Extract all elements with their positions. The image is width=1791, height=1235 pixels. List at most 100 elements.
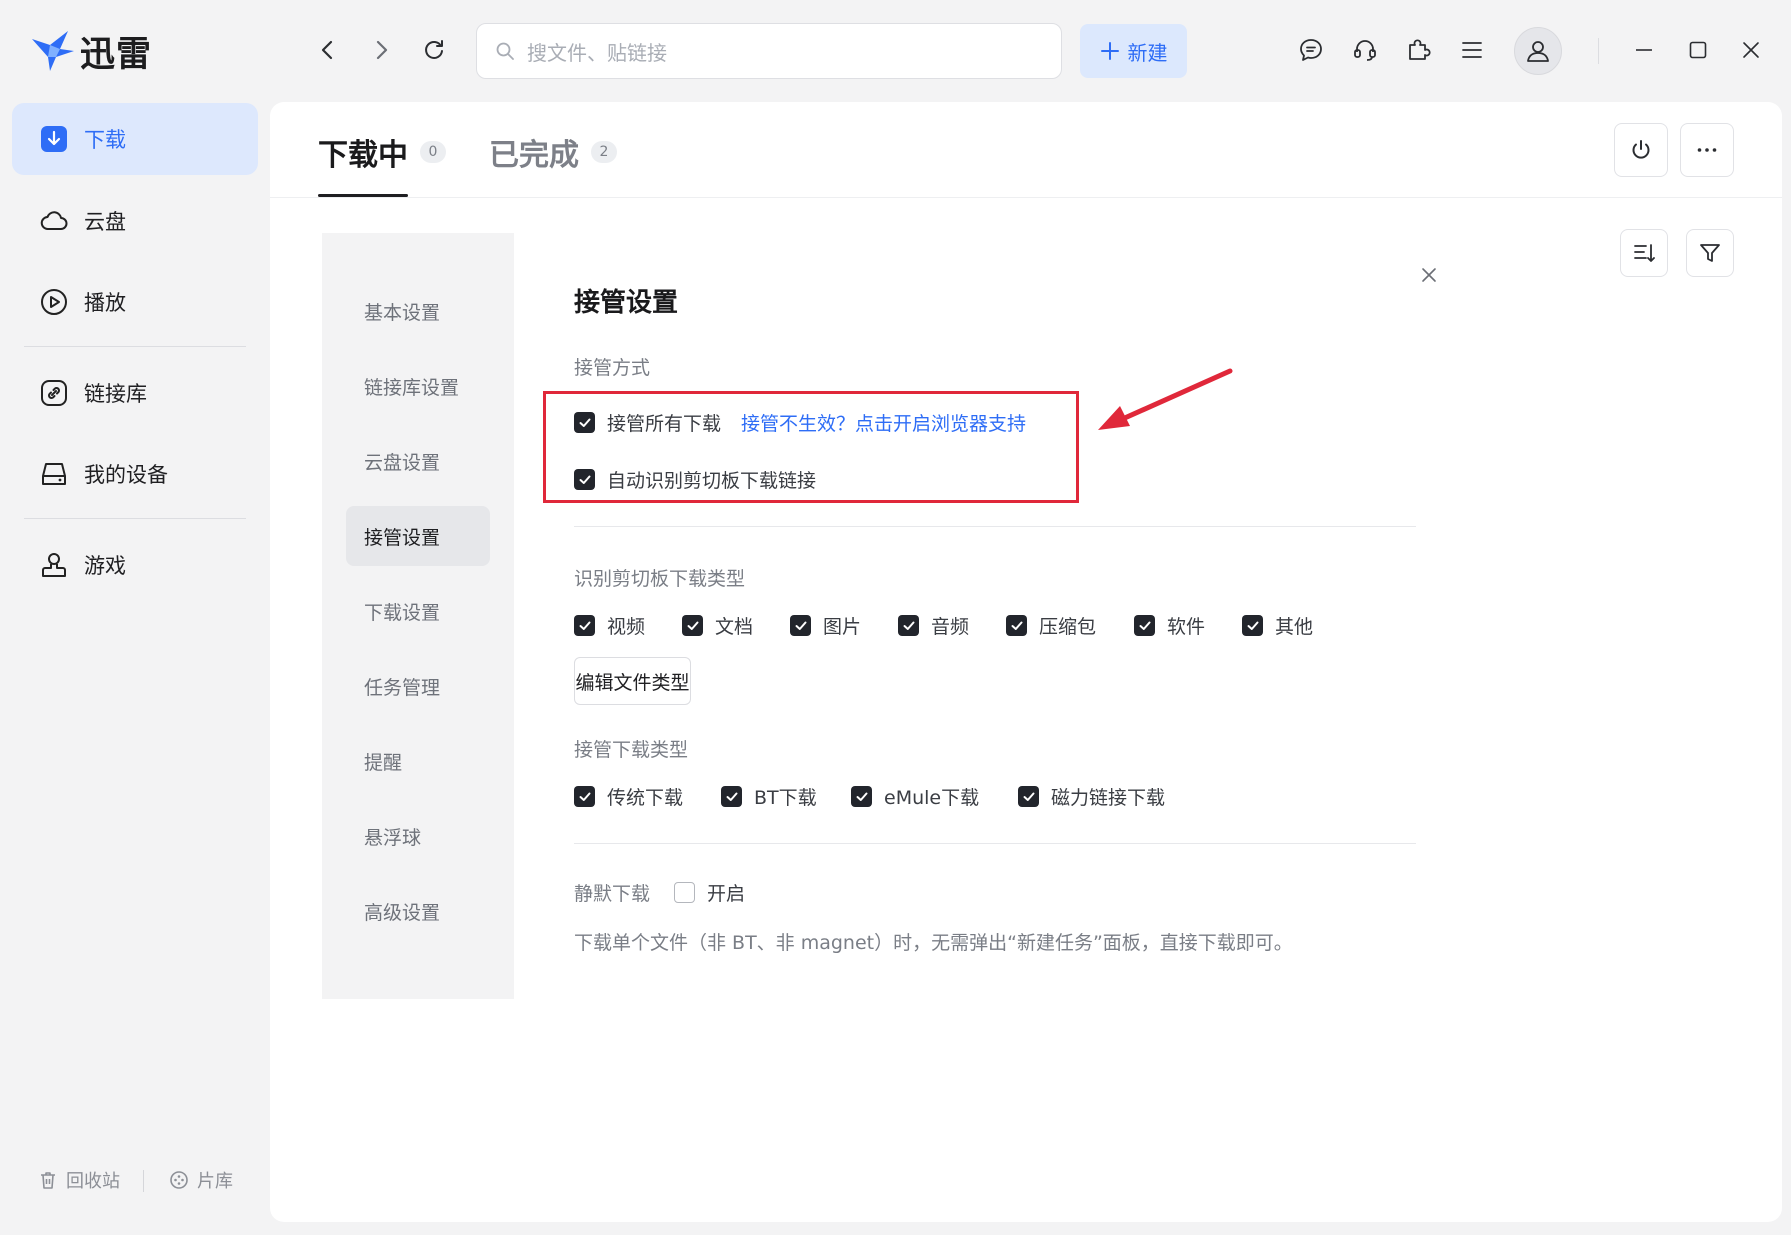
settings-nav-basic[interactable]: 基本设置	[346, 281, 490, 341]
type-software-checkbox[interactable]: 软件	[1134, 612, 1205, 639]
sort-button[interactable]	[1620, 229, 1668, 277]
checkbox-checked[interactable]	[790, 615, 811, 636]
sidebar-item-label: 下载	[84, 128, 126, 152]
close-window-button[interactable]	[1731, 30, 1771, 70]
checkbox-checked[interactable]	[682, 615, 703, 636]
checkbox-label: 压缩包	[1039, 616, 1097, 638]
checkbox-checked[interactable]	[851, 786, 872, 807]
settings-nav-advanced[interactable]: 高级设置	[346, 881, 490, 941]
sidebar-item-download[interactable]: 下载	[12, 103, 258, 175]
checkbox-label: 软件	[1167, 616, 1206, 638]
settings-nav-download[interactable]: 下载设置	[346, 581, 490, 641]
checkmark-icon	[726, 792, 737, 801]
sort-icon	[1634, 244, 1655, 262]
type-audio-checkbox[interactable]: 音频	[898, 612, 969, 639]
type-archive-checkbox[interactable]: 压缩包	[1006, 612, 1096, 639]
checkmark-icon	[795, 621, 806, 630]
settings-close-button[interactable]	[1414, 260, 1444, 290]
chevron-left-icon	[321, 40, 333, 60]
checkbox-label: eMule下载	[884, 787, 980, 809]
settings-nav-floating-ball[interactable]: 悬浮球	[346, 806, 490, 866]
film-library-icon	[170, 1171, 188, 1189]
power-icon	[1632, 140, 1650, 159]
checkbox-checked[interactable]	[898, 615, 919, 636]
silent-enable-label[interactable]: 开启	[707, 879, 745, 906]
menu-button[interactable]	[1452, 30, 1492, 70]
settings-nav-cloud[interactable]: 云盘设置	[346, 431, 490, 491]
close-icon	[1743, 42, 1759, 58]
user-avatar[interactable]	[1514, 27, 1562, 75]
sidebar-item-label: 我的设备	[84, 463, 168, 487]
type-magnet-checkbox[interactable]: 磁力链接下载	[1018, 783, 1165, 810]
annotation-highlight-box	[543, 391, 1079, 503]
download-icon	[41, 126, 67, 152]
film-library-link[interactable]: 片库	[169, 1167, 233, 1193]
sidebar-item-label: 链接库	[84, 382, 147, 406]
checkbox-checked[interactable]	[721, 786, 742, 807]
sidebar-item-my-devices[interactable]: 我的设备	[12, 438, 258, 510]
back-button[interactable]	[308, 30, 348, 70]
checkbox-label: 音频	[931, 616, 970, 638]
minimize-button[interactable]	[1624, 30, 1664, 70]
tab-count-badge: 0	[420, 141, 446, 163]
edit-file-types-button[interactable]: 编辑文件类型	[574, 657, 691, 705]
settings-nav-reminder[interactable]: 提醒	[346, 731, 490, 791]
silent-download-row: 静默下载 开启	[574, 879, 745, 906]
sidebar-item-play[interactable]: 播放	[12, 266, 258, 338]
user-icon	[1527, 41, 1549, 62]
checkmark-icon	[579, 792, 590, 801]
type-image-checkbox[interactable]: 图片	[790, 612, 861, 639]
settings-nav-task-management[interactable]: 任务管理	[346, 656, 490, 716]
checkbox-checked[interactable]	[574, 786, 595, 807]
checkbox-checked[interactable]	[1242, 615, 1263, 636]
support-button[interactable]	[1345, 30, 1385, 70]
more-options-button[interactable]	[1680, 123, 1734, 177]
checkbox-label: 磁力链接下载	[1051, 787, 1166, 809]
filter-button[interactable]	[1686, 229, 1734, 277]
tab-completed[interactable]: 已完成 2	[489, 130, 617, 174]
type-video-checkbox[interactable]: 视频	[574, 612, 645, 639]
checkbox-checked[interactable]	[1134, 615, 1155, 636]
sidebar-item-link-library[interactable]: 链接库	[12, 357, 258, 429]
hamburger-menu-icon	[1462, 42, 1482, 58]
new-task-label: 新建	[1127, 40, 1168, 65]
minimize-icon	[1636, 49, 1652, 51]
settings-nav-takeover[interactable]: 接管设置	[346, 506, 490, 566]
type-other-checkbox[interactable]: 其他	[1242, 612, 1313, 639]
checkbox-checked[interactable]	[1018, 786, 1039, 807]
sidebar-divider	[24, 346, 246, 347]
section-divider	[574, 526, 1416, 527]
annotation-arrow-icon	[1098, 368, 1233, 430]
checkbox-checked[interactable]	[574, 615, 595, 636]
new-task-button[interactable]: 新建	[1080, 24, 1187, 78]
titlebar-divider	[1598, 38, 1599, 64]
checkbox-label: 视频	[607, 616, 646, 638]
sidebar-item-cloud[interactable]: 云盘	[12, 185, 258, 257]
checkbox-unchecked[interactable]	[674, 882, 696, 903]
film-library-label: 片库	[197, 1171, 233, 1192]
plus-icon	[1100, 42, 1119, 60]
silent-download-label: 静默下载	[574, 883, 651, 905]
type-traditional-checkbox[interactable]: 传统下载	[574, 783, 683, 810]
type-bt-checkbox[interactable]: BT下载	[721, 783, 817, 810]
maximize-icon	[1689, 41, 1707, 59]
more-dots-icon	[1697, 148, 1717, 152]
tab-downloading[interactable]: 下载中 0	[318, 130, 446, 174]
plugins-button[interactable]	[1398, 30, 1438, 70]
type-emule-checkbox[interactable]: eMule下载	[851, 783, 979, 810]
refresh-button[interactable]	[414, 30, 454, 70]
maximize-button[interactable]	[1678, 30, 1718, 70]
search-input[interactable]: 搜文件、贴链接	[476, 23, 1062, 79]
forward-button[interactable]	[361, 30, 401, 70]
checkbox-checked[interactable]	[1006, 615, 1027, 636]
power-button[interactable]	[1614, 123, 1668, 177]
sidebar-item-games[interactable]: 游戏	[12, 529, 258, 601]
game-icon	[42, 553, 66, 577]
recycle-bin-link[interactable]: 回收站	[38, 1167, 120, 1193]
search-icon	[496, 42, 514, 60]
chevron-right-icon	[376, 40, 388, 60]
messages-button[interactable]	[1291, 30, 1331, 70]
checkmark-icon	[1247, 621, 1258, 630]
settings-nav-link-library[interactable]: 链接库设置	[346, 356, 490, 416]
type-document-checkbox[interactable]: 文档	[682, 612, 753, 639]
